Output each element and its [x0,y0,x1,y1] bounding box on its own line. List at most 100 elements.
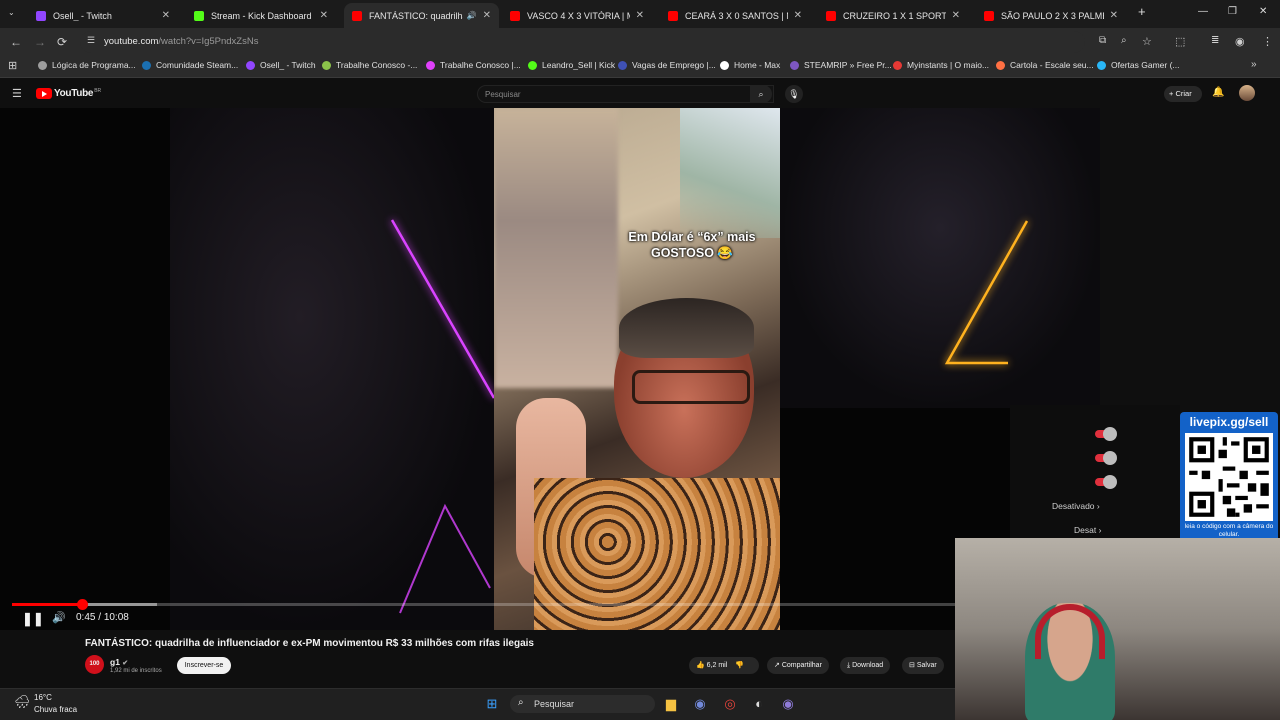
channel-name[interactable]: g1 ✔ [110,657,128,667]
video-progress-bar[interactable] [12,599,955,610]
tab-close-icon[interactable]: ✕ [952,10,960,21]
verified-icon: ✔ [122,660,129,667]
car-window [680,108,780,238]
tab-audio-icon[interactable]: 🔊 [467,11,477,20]
restore-button[interactable]: ❐ [1228,6,1237,17]
pause-icon[interactable]: ❚❚ [22,611,44,627]
bookmark-label: Trabalhe Conosco |... [440,60,521,70]
install-app-icon[interactable]: ⧉ [1099,35,1106,46]
download-icon: ⤓ [847,662,851,669]
like-button[interactable]: 👍 6,2 mil 👎 [689,657,759,674]
bookmark-item[interactable]: Lógica de Programa... [38,60,136,70]
search-icon[interactable]: ⌕ [750,85,772,103]
subscribe-button[interactable]: Inscrever-se [177,657,231,674]
youtube-search-input[interactable]: Pesquisar [477,85,774,103]
bookmark-item[interactable]: Home - Max [720,60,780,70]
close-window-button[interactable]: ✕ [1259,6,1267,17]
bookmark-item[interactable]: Trabalhe Conosco |... [426,60,521,70]
bookmark-star-icon[interactable]: ☆ [1142,35,1152,48]
bookmark-favicon-icon [426,60,435,70]
reload-icon[interactable]: ⟳ [57,35,67,49]
qr-code-icon [1185,433,1273,521]
progress-scrubber[interactable] [76,599,88,610]
tab-0[interactable]: Osell_ - Twitch ✕ [28,3,178,28]
microphone-icon[interactable]: 🎙 [785,85,803,103]
bookmark-label: Myinstants | O maio... [907,60,990,70]
bookmark-item[interactable]: Vagas de Emprego |... [618,60,716,70]
zoom-icon[interactable]: ⌕ [1121,35,1127,46]
bookmark-item[interactable]: Osell_ - Twitch [246,60,316,70]
tab-2[interactable]: FANTÁSTICO: quadrilha de 🔊 ✕ [344,3,499,28]
minimize-button[interactable]: — [1198,6,1208,17]
new-tab-button[interactable]: + [1138,4,1146,19]
menu-icon[interactable]: ⋮ [1262,35,1273,48]
duration: 10:08 [103,612,129,623]
tab-6[interactable]: SÃO PAULO 2 X 3 PALMEIRAS | ✕ [976,3,1126,28]
tab-close-icon[interactable]: ✕ [794,10,802,21]
tab-close-icon[interactable]: ✕ [1110,10,1118,21]
notifications-bell-icon[interactable]: 🔔 [1212,87,1224,98]
discord-icon[interactable]: ◉ [691,695,709,713]
tab-close-icon[interactable]: ✕ [162,10,170,21]
chrome-icon[interactable]: ◎ [721,695,739,713]
toggle-1[interactable] [1095,427,1117,441]
setting-desativado[interactable]: Desativado › [1052,501,1100,511]
create-button[interactable]: + Criar [1164,86,1202,102]
taskbar-search[interactable]: ⌕ Pesquisar [510,695,655,713]
channel-avatar[interactable]: 100 [85,655,104,674]
back-icon[interactable]: ← [10,35,22,49]
download-button[interactable]: ⤓ Download [840,657,891,674]
blurred-region [494,108,618,388]
dislike-icon[interactable]: 👎 [735,662,744,669]
tab-list-icon[interactable]: ⌄ [8,8,15,17]
bookmark-label: Ofertas Gamer (... [1111,60,1180,70]
profile-icon[interactable]: ◉ [1235,35,1245,48]
weather-temperature[interactable]: 16°C [34,693,52,702]
tab-4[interactable]: CEARÁ 3 X 0 SANTOS | MMELH ✕ [660,3,810,28]
weather-description[interactable]: Chuva fraca [34,705,77,714]
video-caption: Em Dólar é “6x” mais GOSTOSO 😂 [628,230,756,260]
file-explorer-icon[interactable]: ▆ [662,695,680,713]
save-button[interactable]: ⊟ Salvar [902,657,944,674]
taskbar-search-label: Pesquisar [534,699,575,709]
url-text[interactable]: youtube.com/watch?v=Ig5PndxZsNs [104,36,258,47]
bookmark-item[interactable]: Myinstants | O maio... [893,60,989,70]
hamburger-menu-icon[interactable]: ☰ [12,87,22,100]
obs-icon[interactable]: ◐ [750,695,768,713]
avatar[interactable] [1239,85,1255,101]
youtube-logo[interactable]: YouTube BR [36,88,101,99]
bookmark-favicon-icon [246,60,255,70]
tab-5[interactable]: CRUZEIRO 1 X 1 SPORT | MELH ✕ [818,3,968,28]
bookmark-favicon-icon [618,60,627,70]
windows-start-icon[interactable]: ⊞ [483,695,501,713]
bookmark-item[interactable]: Comunidade Steam... [142,60,238,70]
volume-icon[interactable]: 🔊 [52,611,66,624]
weather-icon[interactable]: 🌧 [14,694,31,710]
tab-close-icon[interactable]: ✕ [320,10,328,21]
bookmark-item[interactable]: Cartola - Escale seu... [996,60,1094,70]
forward-icon[interactable]: → [34,35,46,49]
tab-favicon-icon [984,10,994,21]
reading-list-icon[interactable]: ≣ [1211,35,1219,46]
app-icon[interactable]: ◉ [779,695,797,713]
bookmark-label: Comunidade Steam... [156,60,239,70]
bookmark-item[interactable]: Leandro_Sell | Kick [528,60,615,70]
tab-close-icon[interactable]: ✕ [483,10,491,21]
more-bookmarks-icon[interactable]: » [1251,59,1257,70]
toggle-3[interactable] [1095,475,1117,489]
bookmark-item[interactable]: Ofertas Gamer (... [1097,60,1180,70]
address-bar[interactable]: ☰ youtube.com/watch?v=Ig5PndxZsNs [80,31,1085,53]
video-player[interactable]: Em Dólar é “6x” mais GOSTOSO 😂 [0,108,1100,630]
extensions-icon[interactable]: ⬚ [1175,35,1185,48]
bookmark-item[interactable]: STEAMRIP » Free Pr... [790,60,892,70]
tab-3[interactable]: VASCO 4 X 3 VITÓRIA | MELHO ✕ [502,3,652,28]
share-button[interactable]: ↗ Compartilhar [767,657,829,674]
toggle-2[interactable] [1095,451,1117,465]
bookmark-item[interactable]: Trabalhe Conosco -... [322,60,417,70]
tab-1[interactable]: Stream - Kick Dashboard ✕ [186,3,336,28]
livepix-qr-widget: livepix.gg/sell leia o código com a câme… [1180,412,1278,544]
tab-close-icon[interactable]: ✕ [636,10,644,21]
site-info-icon[interactable]: ☰ [87,35,95,46]
apps-grid-icon[interactable]: ⊞ [8,59,17,72]
setting-desat[interactable]: Desat › [1074,525,1101,535]
